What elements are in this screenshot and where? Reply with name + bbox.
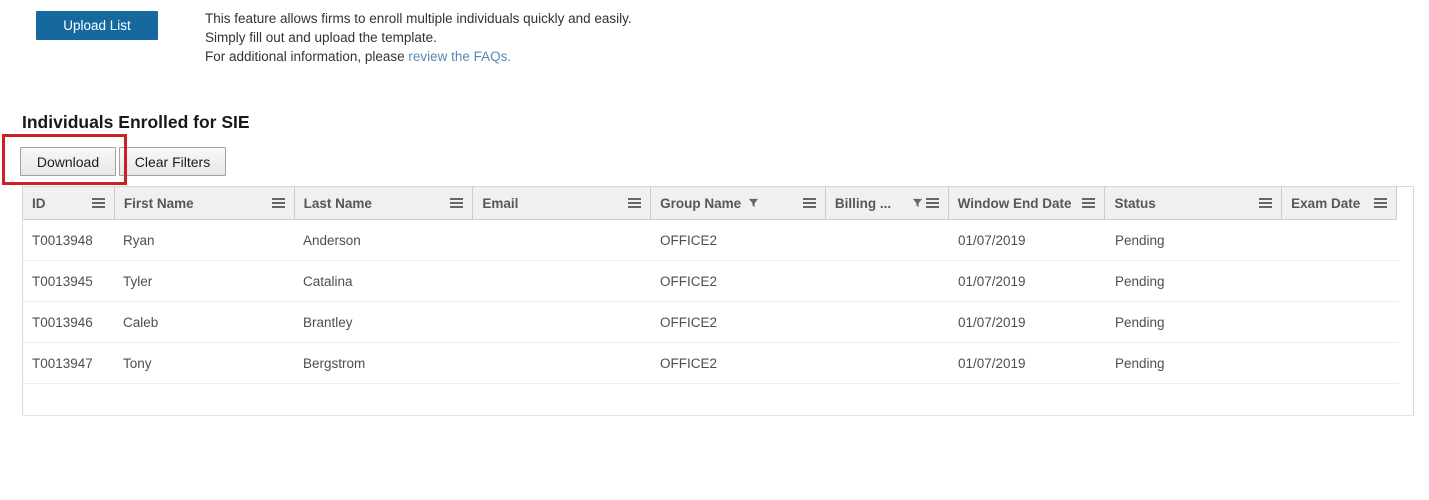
description-line-3: For additional information, please revie… <box>205 47 632 66</box>
cell-group-name: OFFICE2 <box>651 343 826 383</box>
column-menu-icon[interactable] <box>628 197 641 209</box>
column-header-first-name[interactable]: First Name <box>114 187 294 220</box>
description-line-1: This feature allows firms to enroll mult… <box>205 9 632 28</box>
column-header-status[interactable]: Status <box>1104 187 1281 220</box>
description-line-2: Simply fill out and upload the template. <box>205 28 632 47</box>
cell-window-end-date: 01/07/2019 <box>949 261 1106 301</box>
column-header-billing[interactable]: Billing ... <box>825 187 948 220</box>
column-menu-icon[interactable] <box>926 197 939 209</box>
cell-last-name: Catalina <box>294 261 473 301</box>
column-label: Last Name <box>304 196 372 211</box>
column-header-exam-date[interactable]: Exam Date <box>1281 187 1397 220</box>
cell-exam-date <box>1283 261 1399 301</box>
cell-billing <box>826 343 949 383</box>
column-label: Window End Date <box>958 196 1072 211</box>
column-label: Exam Date <box>1291 196 1360 211</box>
cell-billing <box>826 261 949 301</box>
column-menu-icon[interactable] <box>803 197 816 209</box>
feature-description: This feature allows firms to enroll mult… <box>205 9 632 66</box>
cell-billing <box>826 220 949 260</box>
cell-billing <box>826 302 949 342</box>
column-menu-icon[interactable] <box>1259 197 1272 209</box>
description-line-3-text: For additional information, please <box>205 49 408 64</box>
column-header-last-name[interactable]: Last Name <box>294 187 473 220</box>
cell-group-name: OFFICE2 <box>651 220 826 260</box>
column-menu-icon[interactable] <box>272 197 285 209</box>
cell-group-name: OFFICE2 <box>651 302 826 342</box>
cell-group-name: OFFICE2 <box>651 261 826 301</box>
column-menu-icon[interactable] <box>1374 197 1387 209</box>
column-header-id[interactable]: ID <box>23 187 114 220</box>
cell-window-end-date: 01/07/2019 <box>949 302 1106 342</box>
cell-first-name: Ryan <box>114 220 294 260</box>
table-row[interactable]: T0013947 Tony Bergstrom OFFICE2 01/07/20… <box>23 343 1399 384</box>
cell-last-name: Brantley <box>294 302 473 342</box>
column-label: First Name <box>124 196 194 211</box>
column-label: Group Name <box>660 196 741 211</box>
table-body: T0013948 Ryan Anderson OFFICE2 01/07/201… <box>23 220 1413 384</box>
table-row[interactable]: T0013945 Tyler Catalina OFFICE2 01/07/20… <box>23 261 1399 302</box>
upload-list-button[interactable]: Upload List <box>36 11 158 40</box>
funnel-filter-icon[interactable] <box>748 198 759 209</box>
cell-first-name: Tyler <box>114 261 294 301</box>
cell-last-name: Anderson <box>294 220 473 260</box>
table-header-row: ID First Name Last Name Email Group Name <box>23 187 1413 220</box>
cell-status: Pending <box>1106 261 1283 301</box>
clear-filters-button[interactable]: Clear Filters <box>119 147 226 176</box>
cell-email <box>473 220 651 260</box>
column-menu-icon[interactable] <box>1082 197 1095 209</box>
column-label: Email <box>482 196 518 211</box>
cell-id: T0013945 <box>23 261 114 301</box>
funnel-filter-icon[interactable] <box>912 198 923 209</box>
cell-first-name: Caleb <box>114 302 294 342</box>
table-row[interactable]: T0013946 Caleb Brantley OFFICE2 01/07/20… <box>23 302 1399 343</box>
cell-id: T0013946 <box>23 302 114 342</box>
faq-link[interactable]: review the FAQs. <box>408 49 511 64</box>
table-row[interactable]: T0013948 Ryan Anderson OFFICE2 01/07/201… <box>23 220 1399 261</box>
grid-toolbar: Download Clear Filters <box>20 147 229 176</box>
column-menu-icon[interactable] <box>450 197 463 209</box>
cell-id: T0013948 <box>23 220 114 260</box>
cell-status: Pending <box>1106 343 1283 383</box>
scrollbar-gutter <box>1397 187 1413 220</box>
cell-first-name: Tony <box>114 343 294 383</box>
cell-email <box>473 302 651 342</box>
table-empty-area <box>23 384 1413 415</box>
column-header-email[interactable]: Email <box>472 187 650 220</box>
cell-email <box>473 343 651 383</box>
cell-status: Pending <box>1106 220 1283 260</box>
column-menu-icon[interactable] <box>92 197 105 209</box>
cell-email <box>473 261 651 301</box>
cell-status: Pending <box>1106 302 1283 342</box>
column-header-group-name[interactable]: Group Name <box>650 187 825 220</box>
column-label: ID <box>32 196 46 211</box>
cell-exam-date <box>1283 302 1399 342</box>
cell-last-name: Bergstrom <box>294 343 473 383</box>
page-title: Individuals Enrolled for SIE <box>22 112 250 133</box>
column-label: Billing ... <box>835 196 891 211</box>
column-label: Status <box>1114 196 1155 211</box>
column-header-window-end-date[interactable]: Window End Date <box>948 187 1105 220</box>
cell-exam-date <box>1283 343 1399 383</box>
enrolled-individuals-table: ID First Name Last Name Email Group Name <box>22 186 1414 416</box>
download-button[interactable]: Download <box>20 147 116 176</box>
cell-window-end-date: 01/07/2019 <box>949 343 1106 383</box>
cell-window-end-date: 01/07/2019 <box>949 220 1106 260</box>
cell-id: T0013947 <box>23 343 114 383</box>
cell-exam-date <box>1283 220 1399 260</box>
